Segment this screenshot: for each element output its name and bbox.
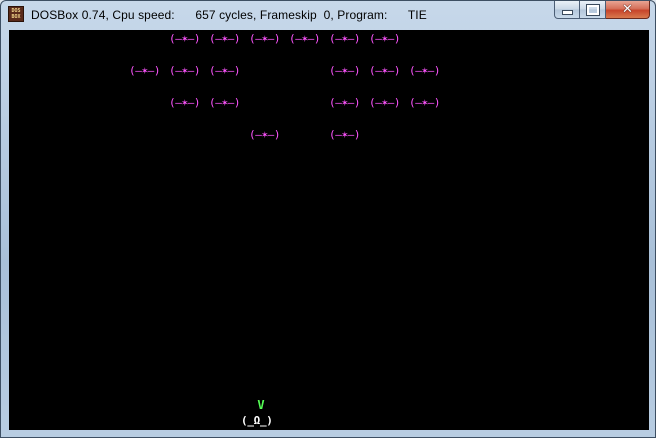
tie-fighter: (–✶–) xyxy=(209,96,241,109)
caption-buttons: ✕ xyxy=(554,1,650,21)
tie-fighter: (–✶–) xyxy=(369,32,401,45)
tie-fighter: (–✶–) xyxy=(209,64,241,77)
tie-fighter: (–✶–) xyxy=(169,32,201,45)
close-button[interactable]: ✕ xyxy=(606,1,650,19)
close-icon: ✕ xyxy=(622,1,633,17)
enemy-row-3: (–✶–) (–✶–) (–✶–) (–✶–) (–✶–) xyxy=(9,97,649,109)
enemy-row-4: (–✶–) (–✶–) xyxy=(9,129,649,141)
tie-fighter: (–✶–) xyxy=(329,32,361,45)
tie-fighter: (–✶–) xyxy=(209,32,241,45)
tie-fighter: (–✶–) xyxy=(329,128,361,141)
tie-fighter: (–✶–) xyxy=(409,64,441,77)
tie-fighter: (–✶–) xyxy=(129,64,161,77)
dosbox-window: DOS BOX DOSBox 0.74, Cpu speed: 657 cycl… xyxy=(0,0,656,438)
tie-fighter: (–✶–) xyxy=(329,96,361,109)
maximize-button[interactable] xyxy=(580,1,606,19)
tie-fighter: (–✶–) xyxy=(249,128,281,141)
tie-fighter: (–✶–) xyxy=(369,96,401,109)
tie-fighter: (–✶–) xyxy=(289,32,321,45)
enemy-row-2: (–✶–) (–✶–) (–✶–) (–✶–) (–✶–) (–✶–) xyxy=(9,65,649,77)
maximize-icon xyxy=(585,3,600,16)
enemy-row-1: (–✶–) (–✶–) (–✶–) (–✶–) (–✶–) (–✶–) xyxy=(9,33,649,45)
window-title: DOSBox 0.74, Cpu speed: 657 cycles, Fram… xyxy=(31,8,427,22)
player-ship: (_Ω_) xyxy=(241,414,273,427)
dosbox-icon[interactable]: DOS BOX xyxy=(8,6,24,22)
tie-fighter: (–✶–) xyxy=(369,64,401,77)
title-bar[interactable]: DOS BOX DOSBox 0.74, Cpu speed: 657 cycl… xyxy=(1,1,655,30)
tie-fighter: (–✶–) xyxy=(169,96,201,109)
tie-fighter: (–✶–) xyxy=(409,96,441,109)
game-screen[interactable]: (–✶–) (–✶–) (–✶–) (–✶–) (–✶–) (–✶–) (–✶–… xyxy=(9,30,649,430)
window-frame-bottom xyxy=(1,430,655,437)
tie-fighter: (–✶–) xyxy=(329,64,361,77)
tie-fighter: (–✶–) xyxy=(169,64,201,77)
minimize-button[interactable] xyxy=(554,1,580,19)
player-cannon: V xyxy=(257,398,265,412)
minimize-icon xyxy=(561,10,573,15)
tie-fighter: (–✶–) xyxy=(249,32,281,45)
